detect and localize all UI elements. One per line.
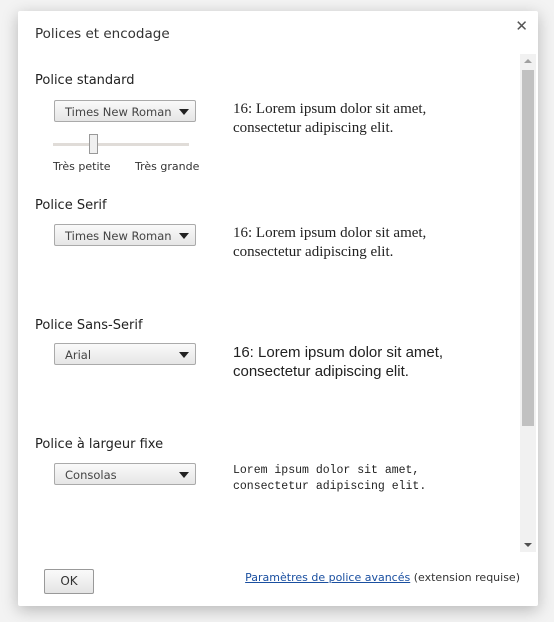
standard-font-preview: 16: Lorem ipsum dolor sit amet, consecte… xyxy=(233,101,427,136)
select-value: Arial xyxy=(65,348,92,362)
select-value: Times New Roman xyxy=(65,229,172,243)
serif-font-preview: 16: Lorem ipsum dolor sit amet, consecte… xyxy=(233,225,427,260)
sans-serif-font-preview: 16: Lorem ipsum dolor sit amet, consecte… xyxy=(233,344,444,380)
standard-font-label: Police standard xyxy=(35,73,135,88)
scrollbar-thumb[interactable] xyxy=(522,70,534,426)
select-value: Times New Roman xyxy=(65,105,172,119)
extension-required-note: (extension requise) xyxy=(413,571,520,584)
font-size-slider[interactable] xyxy=(53,143,189,146)
select-value: Consolas xyxy=(65,468,117,482)
font-size-slider-thumb[interactable] xyxy=(89,134,99,154)
serif-font-label: Police Serif xyxy=(35,198,107,213)
dialog-title: Polices et encodage xyxy=(35,26,170,42)
fonts-dialog: Polices et encodage ✕ Police standard Ti… xyxy=(18,11,538,606)
ok-button[interactable]: OK xyxy=(44,569,94,594)
footer-note: Paramètres de police avancés (extension … xyxy=(245,571,520,584)
slider-max-label: Très grande xyxy=(135,160,200,173)
advanced-font-settings-link[interactable]: Paramètres de police avancés xyxy=(245,571,410,584)
sans-serif-font-select[interactable]: Arial xyxy=(54,343,196,365)
dropdown-arrow-icon xyxy=(179,109,189,115)
dropdown-arrow-icon xyxy=(179,472,189,478)
close-icon[interactable]: ✕ xyxy=(515,17,528,35)
fixed-font-preview: Lorem ipsum dolor sit amet, consectetur … xyxy=(233,464,427,493)
serif-font-select[interactable]: Times New Roman xyxy=(54,224,196,246)
scroll-up-arrow-icon[interactable] xyxy=(524,59,532,63)
dropdown-arrow-icon xyxy=(179,233,189,239)
sans-serif-font-label: Police Sans-Serif xyxy=(35,318,143,333)
standard-font-select[interactable]: Times New Roman xyxy=(54,100,196,122)
scroll-down-arrow-icon[interactable] xyxy=(524,543,532,547)
dropdown-arrow-icon xyxy=(179,352,189,358)
fixed-font-select[interactable]: Consolas xyxy=(54,463,196,485)
slider-min-label: Très petite xyxy=(53,160,111,173)
fixed-font-label: Police à largeur fixe xyxy=(35,437,164,452)
